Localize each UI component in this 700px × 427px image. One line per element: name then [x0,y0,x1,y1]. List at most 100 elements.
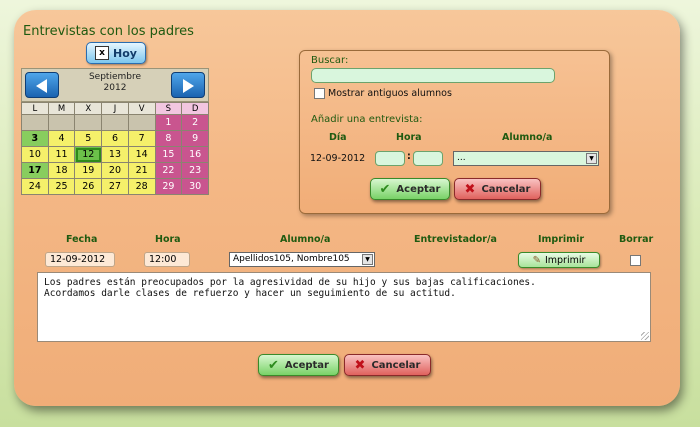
col-hora: Hora [396,132,422,143]
calendar-day[interactable]: 2 [181,114,209,131]
alumno-list-select[interactable]: Apellidos105, Nombre105 ▼ [229,252,375,267]
cancel-button-label: Cancelar [371,359,421,371]
col-borrar: Borrar [619,234,654,245]
check-icon: ✔ [268,357,279,373]
alumno-select[interactable]: ... ▼ [453,151,599,166]
fecha-field[interactable]: 12-09-2012 [45,252,115,267]
day-header: M [47,102,76,115]
calendar-day[interactable]: 24 [21,178,49,195]
calendar-empty-cell [47,114,76,131]
check-icon: ✔ [379,181,391,197]
calendar-day[interactable]: 30 [181,178,209,195]
calendar-day[interactable]: 10 [21,146,49,163]
col-alumno: Alumno/a [502,132,553,143]
calendar-day[interactable]: 22 [154,162,183,179]
day-header: V [127,102,156,115]
calendar-empty-cell [74,114,103,131]
calendar-day[interactable]: 11 [47,146,76,163]
add-date-value: 12-09-2012 [310,153,366,164]
calendar-day[interactable]: 17 [21,162,49,179]
day-header: J [101,102,129,115]
add-accept-label: Aceptar [396,183,441,195]
minute-input[interactable] [413,151,443,166]
calendar-day[interactable]: 20 [101,162,129,179]
calendar-month-title: Septiembre 2012 [62,72,168,94]
calendar-day[interactable]: 6 [101,130,129,147]
calendar-day[interactable]: 15 [154,146,183,163]
col-fecha: Fecha [66,234,98,245]
calendar-day[interactable]: 29 [154,178,183,195]
day-header: L [21,102,49,115]
calendar-day[interactable]: 19 [74,162,103,179]
arrow-right-icon [183,79,194,93]
calendar-day[interactable]: 3 [21,130,49,147]
delete-checkbox[interactable] [630,255,641,266]
calendar-day-today[interactable]: 12 [74,146,103,163]
accept-button-label: Aceptar [284,359,329,371]
accept-button[interactable]: ✔ Aceptar [258,354,339,376]
calendar-day[interactable]: 14 [127,146,156,163]
calendar-x-icon: x [95,46,110,60]
calendar-empty-cell [101,114,129,131]
calendar-day[interactable]: 26 [74,178,103,195]
hour-input[interactable] [375,151,405,166]
show-old-label: Mostrar antiguos alumnos [328,88,452,99]
add-accept-button[interactable]: ✔ Aceptar [370,178,450,200]
pencil-icon: ✎ [532,254,541,266]
page-title: Entrevistas con los padres [23,24,194,39]
next-month-button[interactable] [171,72,205,98]
today-button[interactable]: x Hoy [86,42,146,64]
calendar-day[interactable]: 9 [181,130,209,147]
day-header: D [181,102,209,115]
calendar-day[interactable]: 8 [154,130,183,147]
show-old-checkbox[interactable] [314,88,325,99]
calendar-day[interactable]: 23 [181,162,209,179]
col-dia: Día [329,132,347,143]
add-cancel-button[interactable]: ✖ Cancelar [454,178,541,200]
today-button-label: Hoy [113,46,137,60]
add-interview-label: Añadir una entrevista: [311,114,423,125]
calendar-day[interactable]: 7 [127,130,156,147]
calendar-day[interactable]: 27 [101,178,129,195]
cross-icon: ✖ [464,181,476,197]
cross-icon: ✖ [354,357,366,373]
calendar-year: 2012 [103,83,127,93]
calendar-day[interactable]: 25 [47,178,76,195]
day-header: S [154,102,183,115]
print-button[interactable]: ✎ Imprimir [518,252,600,268]
notes-textarea[interactable]: Los padres están preocupados por la agre… [37,272,651,342]
calendar-day[interactable]: 16 [181,146,209,163]
cancel-button[interactable]: ✖ Cancelar [344,354,431,376]
print-button-label: Imprimir [544,254,586,266]
hour-separator: : [407,151,411,162]
calendar-day[interactable]: 1 [154,114,183,131]
col-alumno-list: Alumno/a [280,234,331,245]
alumno-select-value: ... [457,153,466,163]
calendar-day[interactable]: 21 [127,162,156,179]
hora-field[interactable]: 12:00 [144,252,190,267]
search-input[interactable] [311,68,555,83]
calendar-day[interactable]: 4 [47,130,76,147]
col-entrevistador: Entrevistador/a [414,234,497,245]
chevron-down-icon: ▼ [362,254,373,265]
calendar-day[interactable]: 5 [74,130,103,147]
arrow-left-icon [36,79,47,93]
calendar-day-headers: L M X J V S D [21,102,209,115]
chevron-down-icon: ▼ [586,153,597,164]
calendar-header: Septiembre 2012 [21,68,209,102]
calendar-month: Septiembre [88,72,142,82]
search-label: Buscar: [311,55,349,66]
calendar-grid: L M X J V S D 1 2 3 4 5 6 7 8 9 10 11 12… [21,102,209,195]
calendar-day[interactable]: 13 [101,146,129,163]
calendar: Septiembre 2012 L M X J V S D 1 2 3 4 5 [21,68,209,195]
calendar-day[interactable]: 28 [127,178,156,195]
calendar-day[interactable]: 18 [47,162,76,179]
day-header: X [74,102,103,115]
calendar-empty-cell [21,114,49,131]
alumno-list-value: Apellidos105, Nombre105 [233,254,350,264]
col-imprimir: Imprimir [538,234,585,245]
add-cancel-label: Cancelar [481,183,531,195]
prev-month-button[interactable] [25,72,59,98]
col-hora-list: Hora [155,234,181,245]
resize-grip-icon[interactable] [641,332,649,340]
